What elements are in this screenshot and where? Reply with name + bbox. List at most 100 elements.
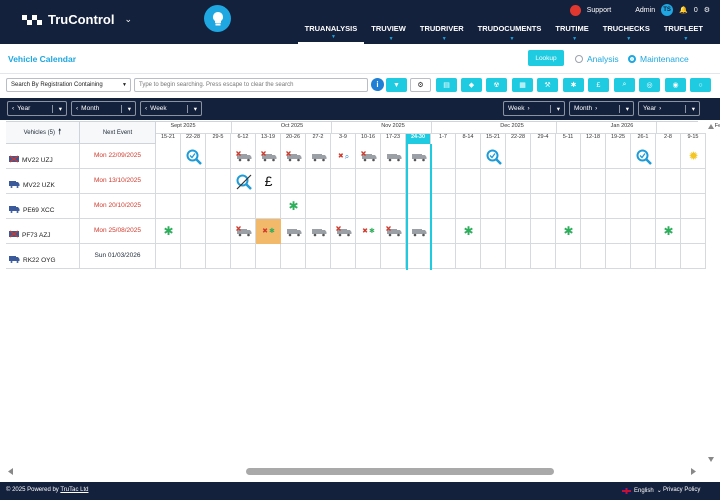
week-header[interactable]: 27-2 xyxy=(306,134,331,144)
van-x-icon[interactable] xyxy=(381,219,406,244)
dropdown-icon[interactable]: ▾ xyxy=(120,104,131,113)
support-icon[interactable] xyxy=(569,4,581,16)
tab-trufleet[interactable]: TRUFLEET ▼ xyxy=(657,21,710,44)
calendar-cell[interactable] xyxy=(206,169,231,194)
van-icon[interactable] xyxy=(406,144,431,169)
calendar-cell[interactable] xyxy=(506,194,531,219)
week-header[interactable]: 1-7 xyxy=(431,134,456,144)
week-header[interactable]: 13-19 xyxy=(256,134,281,144)
calendar-cell[interactable] xyxy=(681,194,706,219)
calendar-cell[interactable] xyxy=(581,244,606,269)
brand-logo[interactable]: TruControl ⌄ xyxy=(22,12,132,27)
week-header[interactable]: 6-12 xyxy=(231,134,256,144)
calendar-cell[interactable] xyxy=(506,169,531,194)
van-icon[interactable] xyxy=(406,219,431,244)
calendar-cell[interactable] xyxy=(531,169,556,194)
snowflake-icon[interactable]: ✱ xyxy=(281,194,306,219)
calendar-cell[interactable] xyxy=(456,169,481,194)
van-x-icon[interactable] xyxy=(331,219,356,244)
calendar-cell[interactable] xyxy=(381,244,406,269)
calendar-cell[interactable] xyxy=(631,219,656,244)
calendar-cell[interactable] xyxy=(581,194,606,219)
calendar-cell[interactable] xyxy=(181,194,206,219)
sort-up-icon[interactable]: 🠕 xyxy=(58,126,61,140)
dropdown-icon[interactable]: ▾ xyxy=(618,104,629,113)
calendar-cell[interactable] xyxy=(381,194,406,219)
company-link[interactable]: TruTac Ltd xyxy=(60,487,88,493)
calendar-cell[interactable] xyxy=(181,244,206,269)
gear-icon[interactable]: ⚙ xyxy=(704,6,710,14)
radio-maintenance[interactable]: Maintenance xyxy=(628,54,689,64)
week-header[interactable]: 19-25 xyxy=(606,134,631,144)
week-header[interactable]: 29-4 xyxy=(531,134,556,144)
calendar-cell[interactable] xyxy=(306,194,331,219)
calendar-cell[interactable] xyxy=(481,194,506,219)
calendar-cell[interactable] xyxy=(281,244,306,269)
calendar-cell[interactable] xyxy=(156,144,181,169)
calendar-cell[interactable] xyxy=(556,194,581,219)
calendar-cell[interactable] xyxy=(431,144,456,169)
calendar-cell[interactable] xyxy=(556,244,581,269)
calendar-cell[interactable] xyxy=(581,144,606,169)
calendar-cell[interactable] xyxy=(581,219,606,244)
dropdown-icon[interactable]: ▾ xyxy=(51,104,62,113)
language-selector[interactable]: English ⌄ xyxy=(622,487,662,494)
week-header[interactable]: 22-28 xyxy=(181,134,206,144)
inspection-icon[interactable] xyxy=(481,144,506,169)
week-header[interactable]: 2-8 xyxy=(656,134,681,144)
tab-truview[interactable]: TRUVIEW ▼ xyxy=(364,21,413,44)
week-header[interactable]: 9-15 xyxy=(681,134,706,144)
radio-analysis[interactable]: Analysis xyxy=(575,54,619,64)
calendar-cell[interactable] xyxy=(481,219,506,244)
inspection-icon[interactable] xyxy=(181,144,206,169)
van-x-icon[interactable] xyxy=(356,144,381,169)
snowflake-icon[interactable]: ✱ xyxy=(556,219,581,244)
calendar-cell[interactable] xyxy=(531,194,556,219)
van-x-icon[interactable] xyxy=(231,219,256,244)
prev-year-button[interactable]: ‹ Year ▾ xyxy=(7,101,67,116)
calendar-cell[interactable] xyxy=(406,244,431,269)
search-input[interactable]: Type to begin searching. Press escape to… xyxy=(134,78,368,92)
van-x-icon[interactable] xyxy=(281,144,306,169)
week-header[interactable]: 26-1 xyxy=(631,134,656,144)
calendar-cell[interactable] xyxy=(606,194,631,219)
tyre-filter-button[interactable]: ◎ xyxy=(639,78,660,92)
vehicle-row-label[interactable]: PE69 XCC xyxy=(6,194,80,219)
vehicle-row-label[interactable]: RK22 OYG xyxy=(6,244,80,269)
circle-filter-button[interactable]: ○ xyxy=(690,78,711,92)
snowflake-icon[interactable]: ✱ xyxy=(456,219,481,244)
tab-truchecks[interactable]: TRUCHECKS ▼ xyxy=(596,21,657,44)
calendar-cell[interactable] xyxy=(406,169,431,194)
next-week-button[interactable]: Week › ▾ xyxy=(503,101,565,116)
vertical-scrollbar[interactable] xyxy=(706,122,716,464)
calendar-cell[interactable] xyxy=(331,169,356,194)
document-filter-button[interactable]: ▤ xyxy=(436,78,457,92)
dropdown-icon[interactable]: ▾ xyxy=(549,104,560,113)
support-link[interactable]: Support xyxy=(587,7,612,14)
week-header[interactable]: 3-9 xyxy=(331,134,356,144)
calendar-cell[interactable] xyxy=(681,219,706,244)
calendar-cell[interactable] xyxy=(606,169,631,194)
tab-trudocuments[interactable]: TRUDOCUMENTS ▼ xyxy=(471,21,549,44)
pound-filter-button[interactable]: £ xyxy=(588,78,609,92)
week-header[interactable]: 15-21 xyxy=(481,134,506,144)
calendar-cell[interactable] xyxy=(631,169,656,194)
calendar-cell[interactable] xyxy=(356,169,381,194)
vehicle-row-label[interactable]: PF73 AZJ xyxy=(6,219,80,244)
dropdown-icon[interactable]: ▾ xyxy=(684,104,695,113)
calendar-cell[interactable] xyxy=(606,219,631,244)
calendar-cell[interactable] xyxy=(606,244,631,269)
info-icon[interactable]: i xyxy=(371,78,384,91)
calendar-cell[interactable] xyxy=(656,244,681,269)
van-x-snow-icon[interactable]: ✖ ✱ xyxy=(356,219,381,244)
calendar-cell[interactable] xyxy=(256,194,281,219)
calendar-cell[interactable] xyxy=(206,144,231,169)
calendar-cell[interactable] xyxy=(506,219,531,244)
shield-filter-button[interactable]: ◆ xyxy=(461,78,482,92)
settings-filter-button[interactable]: ⚙ xyxy=(410,78,431,92)
van-x-icon[interactable] xyxy=(231,144,256,169)
calendar-cell[interactable] xyxy=(206,244,231,269)
calendar-cell[interactable] xyxy=(431,169,456,194)
calendar-cell[interactable] xyxy=(531,244,556,269)
vehicle-row-label[interactable]: MV22 UZK xyxy=(6,169,80,194)
